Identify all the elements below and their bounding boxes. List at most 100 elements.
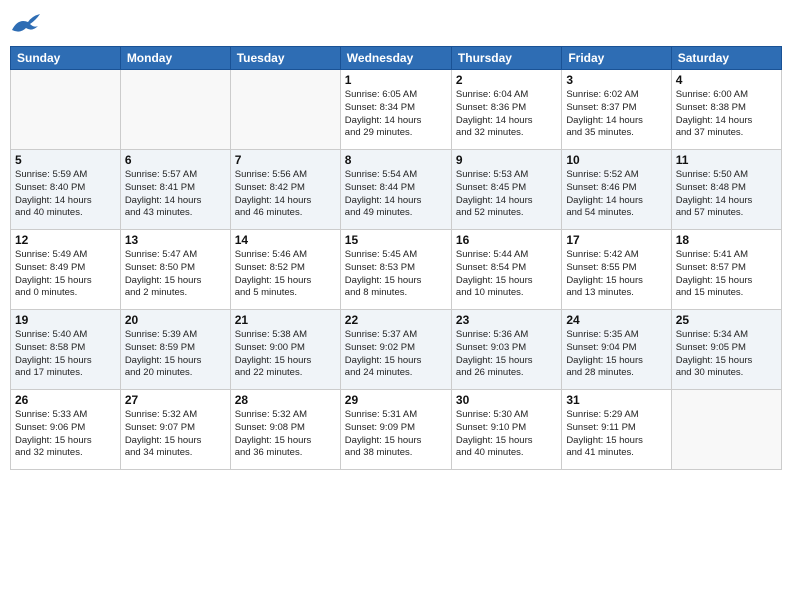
day-info: Sunrise: 5:45 AM Sunset: 8:53 PM Dayligh… xyxy=(345,249,447,300)
day-number: 5 xyxy=(15,153,116,167)
calendar-cell: 3 Sunrise: 6:02 AM Sunset: 8:37 PM Daylig… xyxy=(562,70,671,150)
day-number: 2 xyxy=(456,73,557,87)
day-number: 9 xyxy=(456,153,557,167)
calendar-cell: 30Sunrise: 5:30 AM Sunset: 9:10 PM Dayli… xyxy=(451,390,561,470)
day-info: Sunrise: 5:38 AM Sunset: 9:00 PM Dayligh… xyxy=(235,329,336,380)
day-number: 25 xyxy=(676,313,777,327)
calendar-cell: 28 Sunrise: 5:32 AM Sunset: 9:08 PM Dayli… xyxy=(230,390,340,470)
day-number: 21 xyxy=(235,313,336,327)
calendar-cell: 25 Sunrise: 5:34 AM Sunset: 9:05 PM Dayli… xyxy=(671,310,781,390)
calendar-cell: 1 Sunrise: 6:05 AM Sunset: 8:34 PM Daylig… xyxy=(340,70,451,150)
day-info: Sunrise: 5:50 AM Sunset: 8:48 PM Dayligh… xyxy=(676,169,777,220)
day-header-sunday: Sunday xyxy=(11,47,121,70)
calendar-header-row: SundayMondayTuesdayWednesdayThursdayFrid… xyxy=(11,47,782,70)
calendar-cell xyxy=(120,70,230,150)
day-number: 14 xyxy=(235,233,336,247)
day-info: Sunrise: 5:32 AM Sunset: 9:08 PM Dayligh… xyxy=(235,409,336,460)
calendar-cell: 8 Sunrise: 5:54 AM Sunset: 8:44 PM Daylig… xyxy=(340,150,451,230)
calendar-week-row: 26 Sunrise: 5:33 AM Sunset: 9:06 PM Dayli… xyxy=(11,390,782,470)
day-number: 16 xyxy=(456,233,557,247)
calendar-cell: 11 Sunrise: 5:50 AM Sunset: 8:48 PM Dayli… xyxy=(671,150,781,230)
calendar-cell: 24Sunrise: 5:35 AM Sunset: 9:04 PM Dayli… xyxy=(562,310,671,390)
calendar-cell: 2 Sunrise: 6:04 AM Sunset: 8:36 PM Daylig… xyxy=(451,70,561,150)
day-number: 27 xyxy=(125,393,226,407)
day-info: Sunrise: 6:02 AM Sunset: 8:37 PM Dayligh… xyxy=(566,89,666,140)
day-info: Sunrise: 5:44 AM Sunset: 8:54 PM Dayligh… xyxy=(456,249,557,300)
day-info: Sunrise: 5:40 AM Sunset: 8:58 PM Dayligh… xyxy=(15,329,116,380)
calendar-cell xyxy=(671,390,781,470)
day-number: 12 xyxy=(15,233,116,247)
day-header-tuesday: Tuesday xyxy=(230,47,340,70)
calendar-cell: 26 Sunrise: 5:33 AM Sunset: 9:06 PM Dayli… xyxy=(11,390,121,470)
day-info: Sunrise: 5:52 AM Sunset: 8:46 PM Dayligh… xyxy=(566,169,666,220)
day-info: Sunrise: 5:37 AM Sunset: 9:02 PM Dayligh… xyxy=(345,329,447,380)
day-info: Sunrise: 5:54 AM Sunset: 8:44 PM Dayligh… xyxy=(345,169,447,220)
calendar-cell: 7 Sunrise: 5:56 AM Sunset: 8:42 PM Daylig… xyxy=(230,150,340,230)
calendar-cell: 13 Sunrise: 5:47 AM Sunset: 8:50 PM Dayli… xyxy=(120,230,230,310)
day-number: 20 xyxy=(125,313,226,327)
day-info: Sunrise: 5:49 AM Sunset: 8:49 PM Dayligh… xyxy=(15,249,116,300)
day-info: Sunrise: 5:47 AM Sunset: 8:50 PM Dayligh… xyxy=(125,249,226,300)
day-info: Sunrise: 6:05 AM Sunset: 8:34 PM Dayligh… xyxy=(345,89,447,140)
calendar-cell: 9Sunrise: 5:53 AM Sunset: 8:45 PM Daylig… xyxy=(451,150,561,230)
day-number: 4 xyxy=(676,73,777,87)
logo-icon xyxy=(10,10,42,38)
day-number: 26 xyxy=(15,393,116,407)
calendar-cell: 4 Sunrise: 6:00 AM Sunset: 8:38 PM Daylig… xyxy=(671,70,781,150)
calendar-cell: 6 Sunrise: 5:57 AM Sunset: 8:41 PM Daylig… xyxy=(120,150,230,230)
calendar-cell: 21 Sunrise: 5:38 AM Sunset: 9:00 PM Dayli… xyxy=(230,310,340,390)
day-header-wednesday: Wednesday xyxy=(340,47,451,70)
calendar-cell: 10 Sunrise: 5:52 AM Sunset: 8:46 PM Dayli… xyxy=(562,150,671,230)
day-info: Sunrise: 6:00 AM Sunset: 8:38 PM Dayligh… xyxy=(676,89,777,140)
day-number: 30 xyxy=(456,393,557,407)
day-info: Sunrise: 5:34 AM Sunset: 9:05 PM Dayligh… xyxy=(676,329,777,380)
page: SundayMondayTuesdayWednesdayThursdayFrid… xyxy=(0,0,792,612)
day-number: 28 xyxy=(235,393,336,407)
calendar-cell: 16 Sunrise: 5:44 AM Sunset: 8:54 PM Dayli… xyxy=(451,230,561,310)
day-number: 6 xyxy=(125,153,226,167)
calendar-cell: 12 Sunrise: 5:49 AM Sunset: 8:49 PM Dayli… xyxy=(11,230,121,310)
day-info: Sunrise: 6:04 AM Sunset: 8:36 PM Dayligh… xyxy=(456,89,557,140)
day-number: 13 xyxy=(125,233,226,247)
calendar-cell xyxy=(11,70,121,150)
day-info: Sunrise: 5:46 AM Sunset: 8:52 PM Dayligh… xyxy=(235,249,336,300)
day-info: Sunrise: 5:39 AM Sunset: 8:59 PM Dayligh… xyxy=(125,329,226,380)
calendar-cell: 23Sunrise: 5:36 AM Sunset: 9:03 PM Dayli… xyxy=(451,310,561,390)
day-info: Sunrise: 5:29 AM Sunset: 9:11 PM Dayligh… xyxy=(566,409,666,460)
day-info: Sunrise: 5:31 AM Sunset: 9:09 PM Dayligh… xyxy=(345,409,447,460)
calendar-week-row: 12 Sunrise: 5:49 AM Sunset: 8:49 PM Dayli… xyxy=(11,230,782,310)
day-header-thursday: Thursday xyxy=(451,47,561,70)
day-info: Sunrise: 5:32 AM Sunset: 9:07 PM Dayligh… xyxy=(125,409,226,460)
day-number: 11 xyxy=(676,153,777,167)
day-number: 7 xyxy=(235,153,336,167)
day-number: 19 xyxy=(15,313,116,327)
header xyxy=(10,10,782,38)
calendar-cell: 18 Sunrise: 5:41 AM Sunset: 8:57 PM Dayli… xyxy=(671,230,781,310)
day-info: Sunrise: 5:33 AM Sunset: 9:06 PM Dayligh… xyxy=(15,409,116,460)
calendar-cell: 15 Sunrise: 5:45 AM Sunset: 8:53 PM Dayli… xyxy=(340,230,451,310)
day-number: 31 xyxy=(566,393,666,407)
day-info: Sunrise: 5:56 AM Sunset: 8:42 PM Dayligh… xyxy=(235,169,336,220)
calendar-cell: 27 Sunrise: 5:32 AM Sunset: 9:07 PM Dayli… xyxy=(120,390,230,470)
day-number: 8 xyxy=(345,153,447,167)
day-number: 3 xyxy=(566,73,666,87)
day-number: 22 xyxy=(345,313,447,327)
calendar-cell: 31 Sunrise: 5:29 AM Sunset: 9:11 PM Dayli… xyxy=(562,390,671,470)
day-header-saturday: Saturday xyxy=(671,47,781,70)
calendar-cell: 17Sunrise: 5:42 AM Sunset: 8:55 PM Dayli… xyxy=(562,230,671,310)
day-info: Sunrise: 5:41 AM Sunset: 8:57 PM Dayligh… xyxy=(676,249,777,300)
calendar-week-row: 19 Sunrise: 5:40 AM Sunset: 8:58 PM Dayli… xyxy=(11,310,782,390)
day-number: 15 xyxy=(345,233,447,247)
day-header-monday: Monday xyxy=(120,47,230,70)
day-info: Sunrise: 5:59 AM Sunset: 8:40 PM Dayligh… xyxy=(15,169,116,220)
day-info: Sunrise: 5:35 AM Sunset: 9:04 PM Dayligh… xyxy=(566,329,666,380)
calendar-week-row: 5 Sunrise: 5:59 AM Sunset: 8:40 PM Daylig… xyxy=(11,150,782,230)
day-info: Sunrise: 5:57 AM Sunset: 8:41 PM Dayligh… xyxy=(125,169,226,220)
calendar-cell xyxy=(230,70,340,150)
day-number: 1 xyxy=(345,73,447,87)
day-number: 18 xyxy=(676,233,777,247)
day-info: Sunrise: 5:36 AM Sunset: 9:03 PM Dayligh… xyxy=(456,329,557,380)
day-number: 10 xyxy=(566,153,666,167)
calendar-cell: 5 Sunrise: 5:59 AM Sunset: 8:40 PM Daylig… xyxy=(11,150,121,230)
calendar-cell: 19 Sunrise: 5:40 AM Sunset: 8:58 PM Dayli… xyxy=(11,310,121,390)
